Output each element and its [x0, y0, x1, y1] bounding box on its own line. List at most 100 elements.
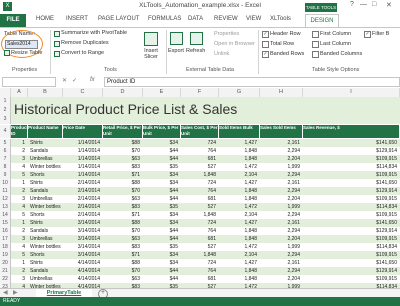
- table-cell[interactable]: Shorts: [28, 211, 62, 219]
- close-button[interactable]: ✕: [386, 1, 392, 9]
- row-header[interactable]: 10: [0, 179, 11, 187]
- table-cell[interactable]: Shirts: [28, 139, 62, 147]
- table-cell[interactable]: 1/14/2014: [63, 155, 100, 163]
- table-cell[interactable]: 2/14/2014: [63, 187, 100, 195]
- help-icon[interactable]: ?: [350, 1, 354, 8]
- table-cell[interactable]: 527: [181, 243, 216, 251]
- table-cell[interactable]: 1,472: [219, 243, 257, 251]
- summarize-pivot-button[interactable]: Summarize with PivotTable: [61, 30, 127, 36]
- table-cell[interactable]: Sandals: [28, 267, 62, 275]
- tab-view[interactable]: VIEW: [246, 16, 261, 22]
- resize-table-button[interactable]: Resize Table: [11, 50, 42, 56]
- table-cell[interactable]: 4: [11, 243, 25, 251]
- table-cell[interactable]: $63: [103, 275, 140, 283]
- table-cell[interactable]: 5: [11, 171, 25, 179]
- export-button[interactable]: Export: [168, 48, 184, 54]
- table-cell[interactable]: 1/14/2014: [63, 163, 100, 171]
- tab-xltools[interactable]: XLTools: [270, 16, 291, 22]
- table-cell[interactable]: 3: [11, 275, 25, 283]
- row-header[interactable]: 9: [0, 171, 11, 179]
- row-header[interactable]: 12: [0, 195, 11, 203]
- table-cell[interactable]: 2,294: [260, 147, 300, 155]
- row-header[interactable]: 6: [0, 147, 11, 155]
- tab-insert[interactable]: INSERT: [66, 16, 88, 22]
- table-cell[interactable]: $35: [143, 163, 178, 171]
- formula-input[interactable]: Product ID: [104, 77, 400, 87]
- table-cell[interactable]: $141,650: [303, 179, 397, 187]
- table-cell[interactable]: $34: [143, 171, 178, 179]
- row-header[interactable]: 20: [0, 259, 11, 267]
- banded-rows-checkbox[interactable]: ✓: [262, 51, 269, 58]
- table-cell[interactable]: 2,161: [260, 219, 300, 227]
- table-cell[interactable]: 1/14/2014: [63, 171, 100, 179]
- table-cell[interactable]: 1,427: [219, 259, 257, 267]
- table-cell[interactable]: $114,834: [303, 203, 397, 211]
- table-cell[interactable]: $34: [143, 219, 178, 227]
- row-header[interactable]: 15: [0, 219, 11, 227]
- table-cell[interactable]: 3/14/2014: [63, 227, 100, 235]
- table-cell[interactable]: 1,999: [260, 243, 300, 251]
- unlink-button[interactable]: Unlink: [214, 51, 229, 57]
- table-cell[interactable]: $88: [103, 139, 140, 147]
- table-cell[interactable]: 681: [181, 195, 216, 203]
- table-cell[interactable]: $71: [103, 171, 140, 179]
- table-cell[interactable]: $141,650: [303, 139, 397, 147]
- table-cell[interactable]: $109,915: [303, 171, 397, 179]
- table-cell[interactable]: 1: [11, 139, 25, 147]
- row-header[interactable]: 13: [0, 203, 11, 211]
- table-cell[interactable]: 2,294: [260, 267, 300, 275]
- table-cell[interactable]: 1,848: [181, 211, 216, 219]
- table-cell[interactable]: $109,915: [303, 235, 397, 243]
- table-cell[interactable]: 1: [11, 219, 25, 227]
- last-column-checkbox[interactable]: [312, 41, 319, 48]
- table-cell[interactable]: $129,914: [303, 267, 397, 275]
- table-cell[interactable]: 2,204: [260, 155, 300, 163]
- table-header-cell[interactable]: Product Name: [28, 125, 63, 138]
- table-header-cell[interactable]: Price Date: [63, 125, 103, 138]
- row-header[interactable]: 7: [0, 155, 11, 163]
- table-cell[interactable]: 1,472: [219, 163, 257, 171]
- table-cell[interactable]: 2,104: [219, 211, 257, 219]
- table-cell[interactable]: Shorts: [28, 171, 62, 179]
- table-cell[interactable]: 2,294: [260, 251, 300, 259]
- table-cell[interactable]: 2: [11, 267, 25, 275]
- table-cell[interactable]: Sandals: [28, 187, 62, 195]
- total-row-checkbox[interactable]: [262, 41, 269, 48]
- table-cell[interactable]: $129,914: [303, 187, 397, 195]
- table-cell[interactable]: $44: [143, 195, 178, 203]
- table-cell[interactable]: $44: [143, 275, 178, 283]
- tab-home[interactable]: HOME: [36, 16, 54, 22]
- row-header[interactable]: 22: [0, 275, 11, 283]
- row-header[interactable]: 5: [0, 139, 11, 147]
- table-cell[interactable]: 527: [181, 203, 216, 211]
- table-cell[interactable]: 1,999: [260, 163, 300, 171]
- table-cell[interactable]: 764: [181, 267, 216, 275]
- table-cell[interactable]: 764: [181, 227, 216, 235]
- table-cell[interactable]: 3/14/2014: [63, 235, 100, 243]
- table-cell[interactable]: 1,848: [219, 187, 257, 195]
- table-cell[interactable]: 5: [11, 251, 25, 259]
- tab-formulas[interactable]: FORMULAS: [148, 16, 181, 22]
- table-cell[interactable]: 4/14/2014: [63, 259, 100, 267]
- table-cell[interactable]: 4: [11, 163, 25, 171]
- table-cell[interactable]: 2,161: [260, 259, 300, 267]
- table-cell[interactable]: 681: [181, 235, 216, 243]
- table-cell[interactable]: $141,650: [303, 219, 397, 227]
- table-cell[interactable]: $109,915: [303, 275, 397, 283]
- table-cell[interactable]: $71: [103, 251, 140, 259]
- table-cell[interactable]: Shirts: [28, 219, 62, 227]
- table-cell[interactable]: $129,914: [303, 147, 397, 155]
- prev-sheet-icon[interactable]: ◀: [3, 289, 8, 296]
- table-cell[interactable]: 2: [11, 227, 25, 235]
- table-cell[interactable]: Umbrellas: [28, 155, 62, 163]
- row-header[interactable]: 8: [0, 163, 11, 171]
- table-cell[interactable]: 764: [181, 187, 216, 195]
- table-cell[interactable]: Umbrellas: [28, 195, 62, 203]
- table-cell[interactable]: 1,472: [219, 203, 257, 211]
- table-cell[interactable]: 724: [181, 219, 216, 227]
- table-cell[interactable]: 724: [181, 139, 216, 147]
- table-cell[interactable]: $88: [103, 219, 140, 227]
- row-header[interactable]: 19: [0, 251, 11, 259]
- table-cell[interactable]: $141,650: [303, 259, 397, 267]
- table-cell[interactable]: $114,834: [303, 163, 397, 171]
